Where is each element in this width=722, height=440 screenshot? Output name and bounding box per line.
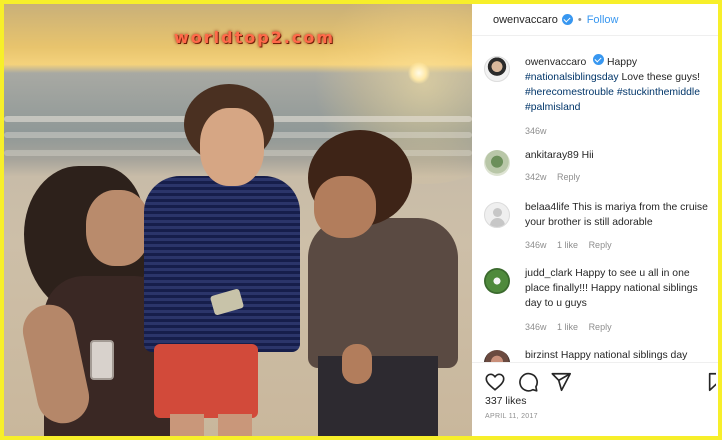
caption-body: Happy xyxy=(607,57,638,68)
caption: owenvaccaro Happy #nationalsiblingsday L… xyxy=(484,54,716,136)
comment-text: ankitaray89 Hii xyxy=(525,148,715,163)
avatar[interactable] xyxy=(484,56,510,82)
older-boy-hand xyxy=(342,344,372,384)
younger-boy-face xyxy=(200,108,264,186)
avatar[interactable] xyxy=(484,202,510,228)
older-boy-face xyxy=(314,176,376,238)
likes-count[interactable]: 337 likes xyxy=(485,395,526,407)
verified-icon xyxy=(593,54,605,65)
caption-text: owenvaccaro Happy #nationalsiblingsday L… xyxy=(525,54,715,115)
post-header: owenvaccaro • Follow xyxy=(472,4,718,36)
younger-boy-leg xyxy=(218,414,252,436)
post-date[interactable]: APRIL 11, 2017 xyxy=(485,413,538,420)
watermark: worldtop2.com xyxy=(174,28,336,47)
reply-button[interactable]: Reply xyxy=(589,322,612,332)
comment-text: judd_clark Happy to see u all in one pla… xyxy=(525,266,715,311)
action-icons xyxy=(484,371,716,393)
older-boy-shirt xyxy=(308,218,458,368)
woman-face xyxy=(86,190,150,266)
hashtag[interactable]: #nationalsiblingsday xyxy=(525,72,619,83)
like-count[interactable]: 1 like xyxy=(557,322,578,332)
comments-list[interactable]: owenvaccaro Happy #nationalsiblingsday L… xyxy=(472,44,718,362)
comment-body: Happy national siblings day xyxy=(560,350,688,361)
like-count[interactable]: 1 like xyxy=(557,240,578,250)
reply-button[interactable]: Reply xyxy=(557,172,580,182)
verified-icon xyxy=(561,14,573,25)
bookmark-icon[interactable] xyxy=(706,371,716,393)
drink-can xyxy=(90,340,114,380)
comment-item: birzinst Happy national siblings day xyxy=(484,348,716,362)
younger-boy-shorts xyxy=(154,344,258,418)
hashtag[interactable]: #herecomestrouble xyxy=(525,87,614,98)
comment-text: birzinst Happy national siblings day xyxy=(525,348,715,362)
avatar[interactable] xyxy=(484,350,510,362)
comment-item: belaa4life This is mariya from the cruis… xyxy=(484,200,716,256)
comment-meta: 346w 1 like Reply xyxy=(525,322,620,332)
avatar[interactable] xyxy=(484,268,510,294)
comment-item: ankitaray89 Hii 342w Reply xyxy=(484,148,716,188)
younger-boy-shirt xyxy=(144,176,300,352)
separator: • xyxy=(577,13,582,26)
comment-text: belaa4life This is mariya from the cruis… xyxy=(525,200,715,230)
hashtag[interactable]: #stuckinthemiddle xyxy=(617,87,700,98)
follow-button[interactable]: Follow xyxy=(587,14,619,26)
caption-body: Love these guys! xyxy=(621,72,701,83)
younger-boy-leg xyxy=(170,414,204,436)
comment-username[interactable]: owenvaccaro xyxy=(525,57,586,68)
comment-username[interactable]: judd_clark xyxy=(525,268,572,279)
comment-age[interactable]: 346w xyxy=(525,126,547,136)
sun xyxy=(408,62,430,84)
post-actions: 337 likes APRIL 11, 2017 xyxy=(472,362,718,436)
hashtag[interactable]: #palmisland xyxy=(525,102,580,113)
comment-username[interactable]: ankitaray89 xyxy=(525,150,579,161)
comment-meta: 342w Reply xyxy=(525,172,588,182)
comment-body: Hii xyxy=(581,150,594,161)
post-photo[interactable]: worldtop2.com xyxy=(4,4,472,436)
comment-meta: 346w xyxy=(525,126,555,136)
comment-username[interactable]: belaa4life xyxy=(525,202,570,213)
yellow-frame: worldtop2.com owenvaccaro • Follow owenv… xyxy=(0,0,722,440)
comment-item: judd_clark Happy to see u all in one pla… xyxy=(484,266,716,338)
heart-icon[interactable] xyxy=(484,371,506,393)
comment-meta: 346w 1 like Reply xyxy=(525,240,620,250)
comment-age[interactable]: 346w xyxy=(525,240,547,250)
comment-icon[interactable] xyxy=(517,371,539,393)
comment-username[interactable]: birzinst xyxy=(525,350,558,361)
older-boy-pants xyxy=(318,356,438,436)
author-username[interactable]: owenvaccaro xyxy=(493,14,558,26)
comment-age[interactable]: 342w xyxy=(525,172,547,182)
avatar[interactable] xyxy=(484,150,510,176)
reply-button[interactable]: Reply xyxy=(589,240,612,250)
post-sidebar: owenvaccaro • Follow owenvaccaro Happy #… xyxy=(472,4,718,436)
comment-age[interactable]: 346w xyxy=(525,322,547,332)
share-icon[interactable] xyxy=(550,371,572,393)
